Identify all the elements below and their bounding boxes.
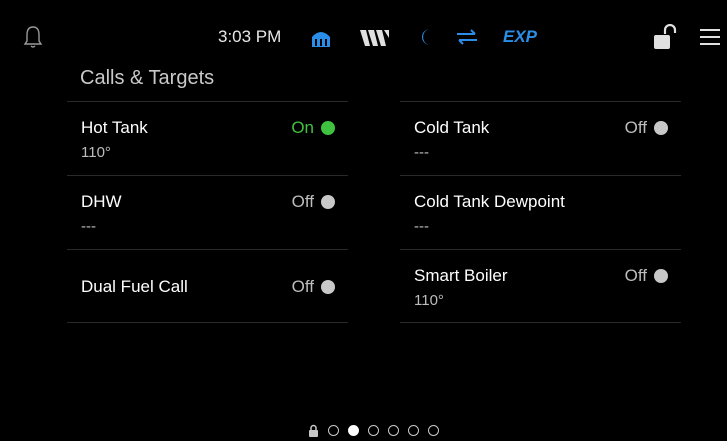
page-indicator — [308, 424, 439, 437]
dual-fuel-call-row[interactable]: Dual Fuel Call Off — [67, 249, 348, 323]
status-dot-icon — [654, 269, 668, 283]
status-indicator: On — [291, 118, 335, 138]
cold-tank-row[interactable]: Cold Tank --- Off — [400, 101, 681, 175]
dhw-row[interactable]: DHW --- Off — [67, 175, 348, 249]
row-value: 110° — [81, 144, 111, 161]
status-dot-icon — [654, 121, 668, 135]
swap-icon[interactable] — [456, 29, 478, 45]
smart-boiler-row[interactable]: Smart Boiler 110° Off — [400, 249, 681, 323]
section-title: Calls & Targets — [80, 67, 215, 89]
page-dot[interactable] — [428, 425, 439, 436]
moon-icon[interactable] — [419, 28, 431, 46]
w-logo-icon[interactable] — [360, 30, 389, 46]
status-indicator: Off — [292, 277, 335, 297]
row-value: --- — [414, 144, 429, 161]
page-dot[interactable] — [408, 425, 419, 436]
status-dot-icon — [321, 280, 335, 294]
row-value: 110° — [414, 292, 444, 309]
row-label: Cold Tank — [414, 118, 490, 137]
status-text: On — [291, 118, 314, 137]
row-label: Hot Tank — [81, 118, 148, 137]
status-text: Off — [291, 192, 314, 211]
unlock-icon[interactable] — [653, 24, 677, 50]
bell-icon[interactable] — [23, 25, 43, 49]
status-text: Off — [624, 118, 647, 137]
status-text: Off — [291, 277, 314, 296]
lock-page-icon[interactable] — [308, 424, 319, 437]
status-indicator: Off — [292, 192, 335, 212]
row-value: --- — [414, 218, 429, 235]
page-dot[interactable] — [368, 425, 379, 436]
heat-icon[interactable] — [311, 26, 331, 48]
row-label: DHW — [81, 192, 122, 211]
status-dot-icon — [321, 121, 335, 135]
status-indicator: Off — [625, 266, 668, 286]
status-text: Off — [624, 266, 647, 285]
right-column: Cold Tank --- Off Cold Tank Dewpoint ---… — [400, 101, 681, 323]
cold-tank-dewpoint-row[interactable]: Cold Tank Dewpoint --- — [400, 175, 681, 249]
left-column: Hot Tank 110° On DHW --- Off Dual Fuel C… — [67, 101, 348, 323]
status-indicator: Off — [625, 118, 668, 138]
menu-icon[interactable] — [700, 27, 720, 47]
top-bar: 3:03 PM EXP — [0, 0, 727, 74]
clock-time: 3:03 PM — [218, 27, 282, 46]
status-dot-icon — [321, 195, 335, 209]
page-dot[interactable] — [328, 425, 339, 436]
row-label: Dual Fuel Call — [81, 277, 188, 296]
page-dot-active[interactable] — [348, 425, 359, 436]
row-label: Smart Boiler — [414, 266, 508, 285]
page-dot[interactable] — [388, 425, 399, 436]
hot-tank-row[interactable]: Hot Tank 110° On — [67, 101, 348, 175]
row-value: --- — [81, 218, 96, 235]
exp-mode-label[interactable]: EXP — [503, 27, 537, 47]
row-label: Cold Tank Dewpoint — [414, 192, 565, 211]
